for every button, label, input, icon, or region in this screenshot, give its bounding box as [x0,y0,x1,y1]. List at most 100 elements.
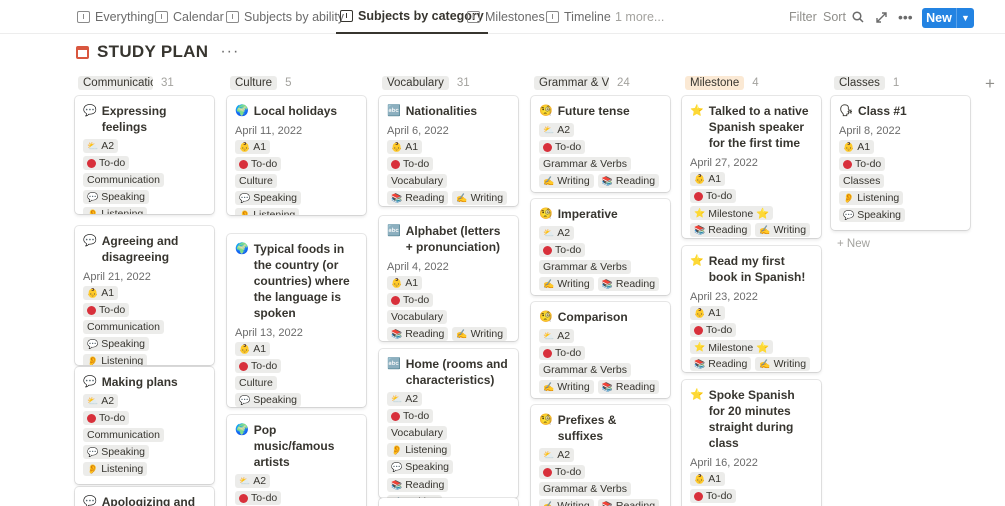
board-card[interactable]: 💬 Expressing feelings ⛅ A2 To-do Communicatio… [75,96,214,214]
board-card[interactable]: 🌍Pop music/famous artists⛅A2To-doCulture [227,415,366,506]
card-title: 🌍 Pop music/famous artists [235,422,358,470]
tag-row: 👶 A1 [235,140,358,154]
property-tag: ⛅ A2 [539,329,575,343]
tag-label: Speaking [253,394,298,406]
card-icon: 🔤 [387,358,401,370]
tag-label: Classes [843,175,881,187]
board-card[interactable]: 🔤 Home (rooms and characteristics) ⛅ A2 To-d… [379,349,518,498]
board-card[interactable]: 🧐 Imperative ⛅ A2 To-do Grammar & Verbs ✍ Writi… [531,199,670,295]
card-icon: 🧐 [539,105,553,117]
column-count: 31 [161,77,174,89]
board-card[interactable]: 🧐 Comparison ⛅ A2 To-do Grammar & Verbs ✍ Writi… [531,302,670,398]
board-card[interactable]: 💬 Agreeing and disagreeing April 21, 2022 👶… [75,226,214,365]
board-card[interactable]: 🧐 Prefixes & suffixes ⛅ A2 To-do Grammar & Ve… [531,405,670,506]
board-card[interactable]: 🔤 [379,498,518,506]
tag-row: 💬 Speaking [235,191,358,205]
card-title: 🧐 Imperative [539,206,662,222]
card-date: April 8, 2022 [839,125,901,137]
tag-label: Culture [239,175,273,187]
board-card[interactable]: 🌍 Local holidays April 11, 2022 👶 A1 To-do Cul… [227,96,366,215]
tag-icon: ⛅ [543,449,555,460]
column-header[interactable]: Vocabulary 31 [382,74,518,92]
tag-label: Reading [708,224,748,236]
property-tag: 📚 Reading [690,357,752,371]
board: Communicatio 31 💬 Expressing feelings ⛅ A2 To-… [0,0,1005,506]
tag-row: Grammar & Verbs [539,157,662,171]
tag-icon: ✍ [456,328,468,339]
board-card[interactable]: 🌍 Typical foods in the country (or countr… [227,234,366,407]
property-tag: 📚 Reading [387,327,449,341]
status-dot-icon [694,491,703,501]
tag-label: Grammar & Verbs [543,158,628,170]
card-title-text: Comparison [557,310,628,324]
board-card[interactable]: ⭐ Spoke Spanish for 20 minutes straight d… [682,380,821,506]
card-title-text: Local holidays [253,104,338,118]
tag-label: Milestone ⭐ [708,341,770,354]
property-tag: To-do [690,489,737,503]
tag-label: Reading [405,328,445,340]
status-dot-icon [543,348,552,358]
column-header[interactable]: Culture 5 [230,74,366,92]
tag-row: 👂 Listening [839,191,962,205]
property-tag: To-do [235,157,282,171]
board-card[interactable]: 🔤 Alphabet (letters + pronunciation) April… [379,216,518,341]
tag-icon: 👂 [87,463,99,474]
card-title: 🔤 Home (rooms and characteristics) [387,356,510,388]
tag-icon: 👂 [843,192,855,203]
tag-label: Grammar & Verbs [543,261,628,273]
tag-icon: ✍ [543,500,555,506]
property-tag: 💬 Speaking [235,393,302,407]
column-header[interactable]: Classes 1 [834,74,970,92]
status-dot-icon [543,245,552,255]
card-title: 💬 Expressing feelings [83,103,206,135]
tag-row: 👂 Listening [387,443,510,457]
property-tag: Vocabulary [387,310,447,324]
tag-label: A1 [101,287,115,299]
column-header[interactable]: Milestone 4 [685,74,821,92]
tag-row: ✍ Writing 📚 Reading [539,277,662,291]
board-card[interactable]: 🧐 Future tense ⛅ A2 To-do Grammar & Verbs ✍ Wri… [531,96,670,192]
tag-icon: ⛅ [391,393,403,404]
board-card[interactable]: 💬 Apologizing and [75,487,214,506]
board-card[interactable]: 💬 Making plans ⛅ A2 To-do Communication 💬 Speak… [75,367,214,484]
board-column: Vocabulary 31 [379,74,518,92]
tag-label: To-do [706,490,733,502]
column-header[interactable]: Communicatio 31 [78,74,214,92]
add-column-button[interactable]: + [985,74,995,94]
tag-icon: ⭐ [694,207,706,218]
board-card[interactable]: ⭐ Talked to a native Spanish speaker for … [682,96,821,238]
tag-label: A1 [708,173,722,185]
property-tag: ⭐ Milestone ⭐ [690,340,774,354]
status-dot-icon [694,325,703,335]
board-card[interactable]: ⭐ Read my first book in Spanish! April 23,… [682,246,821,372]
column-header[interactable]: Grammar & Ve 24 [534,74,670,92]
card-title-text: Read my first book in Spanish! [708,254,806,284]
board-column: Grammar & Ve 24 [531,74,670,92]
card-title-text: Prefixes & suffixes [557,413,617,443]
property-tag: 👂 Listening [235,208,300,215]
property-tag: Culture [235,174,277,188]
board-card[interactable]: 🔤 Nationalities April 6, 2022 👶 A1 To-do Vocab… [379,96,518,206]
tag-label: To-do [251,492,278,504]
new-card-button[interactable]: + New [837,238,870,250]
property-tag: ✍Writing [755,223,811,237]
tag-row: 📚 Reading ✍ Writing [690,223,813,237]
tag-row: Grammar & Verbs [539,482,662,496]
tag-row: 📚 Reading ✍ Writing [690,357,813,371]
property-tag: 👶 A1 [839,140,875,154]
tag-icon: ✍ [543,381,555,392]
tag-row: ⭐ Milestone ⭐ [690,206,813,220]
property-tag: To-do [387,157,434,171]
property-tag: 💬 Speaking [83,190,150,204]
card-title-text: Nationalities [405,104,478,118]
tag-label: A1 [708,307,722,319]
board-card[interactable]: 🗣 Class #1 April 8, 2022 👶 A1 To-do Classes 👂 Li… [831,96,970,230]
column-count: 5 [285,77,292,89]
tag-row: ⛅ A2 [539,448,662,462]
tag-label: Speaking [101,446,146,458]
property-tag: 👶 A1 [235,140,271,154]
tag-label: To-do [555,141,582,153]
tag-label: Communication [87,429,160,441]
tag-label: To-do [403,294,430,306]
card-date: April 4, 2022 [387,261,449,273]
